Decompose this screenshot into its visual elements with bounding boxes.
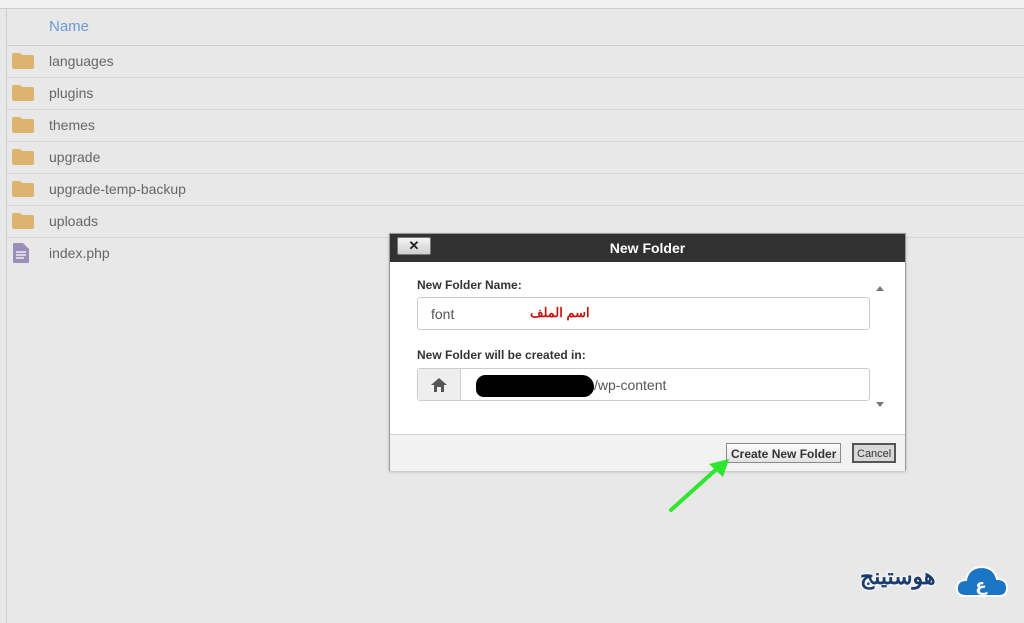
cloud-logo-icon: ع (956, 565, 1008, 597)
location-value: /wp-content (594, 377, 667, 393)
folder-name-value: font (431, 306, 455, 322)
cancel-button[interactable]: Cancel (852, 443, 897, 463)
logo-glyph: ع (975, 576, 988, 596)
table-row[interactable]: languages (7, 46, 1024, 78)
dialog-body: New Folder Name: font اسم الملف New Fold… (390, 262, 905, 434)
file-icon (13, 243, 29, 268)
file-name: upgrade-temp-backup (49, 181, 186, 197)
folder-name-input[interactable]: font اسم الملف (417, 297, 870, 330)
watermark-text: هوستينج (860, 564, 936, 589)
folder-icon (12, 181, 34, 202)
pointer-arrow-icon (669, 459, 729, 512)
table-row[interactable]: upgrade-temp-backup (7, 174, 1024, 206)
folder-icon (12, 117, 34, 138)
folder-icon (12, 53, 34, 74)
column-header-name[interactable]: Name (7, 9, 1024, 46)
watermark: هوستينج ع (860, 560, 1010, 600)
scroll-up-arrow-icon[interactable] (876, 286, 884, 291)
file-name: upgrade (49, 149, 101, 165)
table-row[interactable]: upgrade (7, 142, 1024, 174)
file-name: themes (49, 117, 95, 133)
folder-name-annotation: اسم الملف (530, 305, 590, 320)
file-name: uploads (49, 213, 99, 229)
location-input[interactable]: /wp-content (417, 368, 870, 401)
file-list-table: Name languages plugins themes upgrade up… (7, 9, 1024, 269)
create-folder-button[interactable]: Create New Folder (726, 443, 842, 463)
file-name: languages (49, 53, 114, 69)
scroll-down-arrow-icon[interactable] (876, 402, 884, 407)
folder-icon (12, 149, 34, 170)
dialog-footer: Create New Folder Cancel (390, 434, 905, 471)
file-name: plugins (49, 85, 94, 101)
home-icon (418, 369, 461, 400)
folder-name-label: New Folder Name: (417, 278, 522, 292)
dialog-title: New Folder (609, 240, 686, 256)
location-label: New Folder will be created in: (417, 348, 586, 362)
folder-icon (12, 213, 34, 234)
dialog-titlebar: ✕ New Folder (390, 234, 905, 262)
top-toolbar-edge (0, 0, 1024, 9)
file-name: index.php (49, 245, 110, 261)
column-header-label: Name (49, 18, 90, 35)
redacted-path (476, 375, 594, 397)
new-folder-dialog: ✕ New Folder New Folder Name: font اسم ا… (389, 233, 906, 471)
table-row[interactable]: themes (7, 110, 1024, 142)
folder-icon (12, 85, 34, 106)
table-row[interactable]: plugins (7, 78, 1024, 110)
